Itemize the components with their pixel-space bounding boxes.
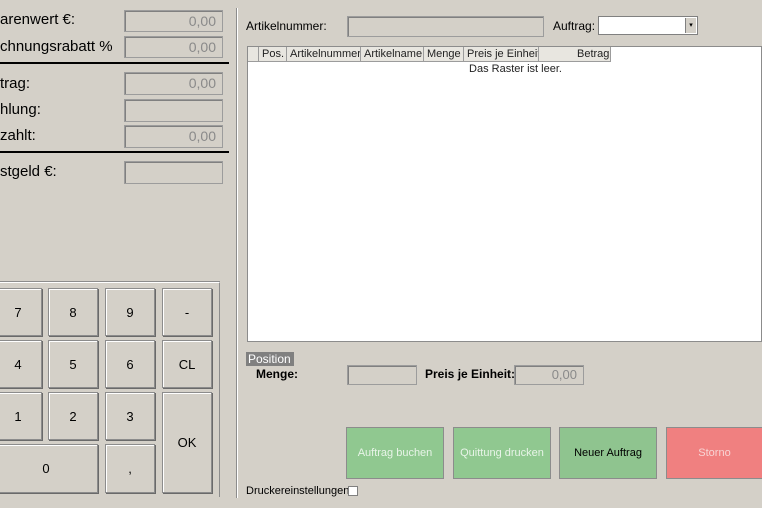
neuer-auftrag-button[interactable]: Neuer Auftrag bbox=[559, 427, 657, 479]
druckereinstellungen-checkbox[interactable] bbox=[348, 486, 358, 496]
chevron-down-icon[interactable]: ▾ bbox=[685, 18, 696, 33]
key-1[interactable]: 1 bbox=[0, 392, 42, 440]
auftrag-select[interactable]: ▾ bbox=[598, 16, 698, 35]
key-0[interactable]: 0 bbox=[0, 444, 98, 493]
menge-input[interactable] bbox=[347, 365, 417, 385]
article-grid[interactable]: Pos. Artikelnummer Artikelname Menge Pre… bbox=[247, 46, 762, 342]
col-header-betrag[interactable]: Betrag bbox=[539, 47, 611, 62]
preis-label: Preis je Einheit: bbox=[425, 367, 516, 381]
rabatt-field[interactable]: 0,00 bbox=[124, 36, 223, 58]
quittung-drucken-button[interactable]: Quittung drucken bbox=[453, 427, 551, 479]
rueckgeld-label: stgeld €: bbox=[0, 163, 57, 180]
betrag-field[interactable]: 0,00 bbox=[124, 72, 223, 95]
key-ok[interactable]: OK bbox=[162, 392, 212, 493]
warenwert-label: arenwert €: bbox=[0, 11, 76, 28]
grid-corner bbox=[248, 47, 259, 62]
preis-input[interactable]: 0,00 bbox=[514, 365, 584, 385]
bezahlt-field[interactable]: 0,00 bbox=[124, 125, 223, 148]
key-minus[interactable]: - bbox=[162, 288, 212, 336]
key-3[interactable]: 3 bbox=[105, 392, 155, 440]
position-header: Position bbox=[246, 352, 294, 366]
betrag-label: trag: bbox=[0, 75, 31, 92]
storno-button[interactable]: Storno bbox=[666, 427, 762, 479]
key-comma[interactable]: , bbox=[105, 444, 155, 493]
col-header-artikelnummer[interactable]: Artikelnummer bbox=[287, 47, 361, 62]
key-7[interactable]: 7 bbox=[0, 288, 42, 336]
col-header-artikelname[interactable]: Artikelname bbox=[361, 47, 424, 62]
key-8[interactable]: 8 bbox=[48, 288, 98, 336]
artikelnummer-label: Artikelnummer: bbox=[246, 19, 327, 33]
bezahlt-label: zahlt: bbox=[0, 127, 36, 144]
key-4[interactable]: 4 bbox=[0, 340, 42, 388]
col-header-menge[interactable]: Menge bbox=[424, 47, 464, 62]
zahlung-field[interactable] bbox=[124, 99, 223, 122]
rabatt-label: chnungsrabatt % bbox=[0, 38, 113, 55]
warenwert-field[interactable]: 0,00 bbox=[124, 10, 223, 32]
key-2[interactable]: 2 bbox=[48, 392, 98, 440]
grid-empty-text: Das Raster ist leer. bbox=[469, 63, 562, 75]
key-5[interactable]: 5 bbox=[48, 340, 98, 388]
key-6[interactable]: 6 bbox=[105, 340, 155, 388]
rueckgeld-field[interactable] bbox=[124, 161, 223, 184]
druckereinstellungen-label: Druckereinstellungen: bbox=[246, 485, 353, 497]
col-header-pos[interactable]: Pos. bbox=[259, 47, 287, 62]
auftrag-buchen-button[interactable]: Auftrag buchen bbox=[346, 427, 444, 479]
divider bbox=[0, 62, 229, 64]
key-9[interactable]: 9 bbox=[105, 288, 155, 336]
panel-separator-highlight bbox=[237, 8, 238, 498]
zahlung-label: hlung: bbox=[0, 101, 41, 118]
auftrag-label: Auftrag: bbox=[553, 19, 596, 33]
menge-label: Menge: bbox=[256, 367, 298, 381]
artikelnummer-input[interactable] bbox=[347, 16, 544, 37]
col-header-preis[interactable]: Preis je Einheit bbox=[464, 47, 539, 62]
divider bbox=[0, 151, 229, 153]
key-clear[interactable]: CL bbox=[162, 340, 212, 388]
